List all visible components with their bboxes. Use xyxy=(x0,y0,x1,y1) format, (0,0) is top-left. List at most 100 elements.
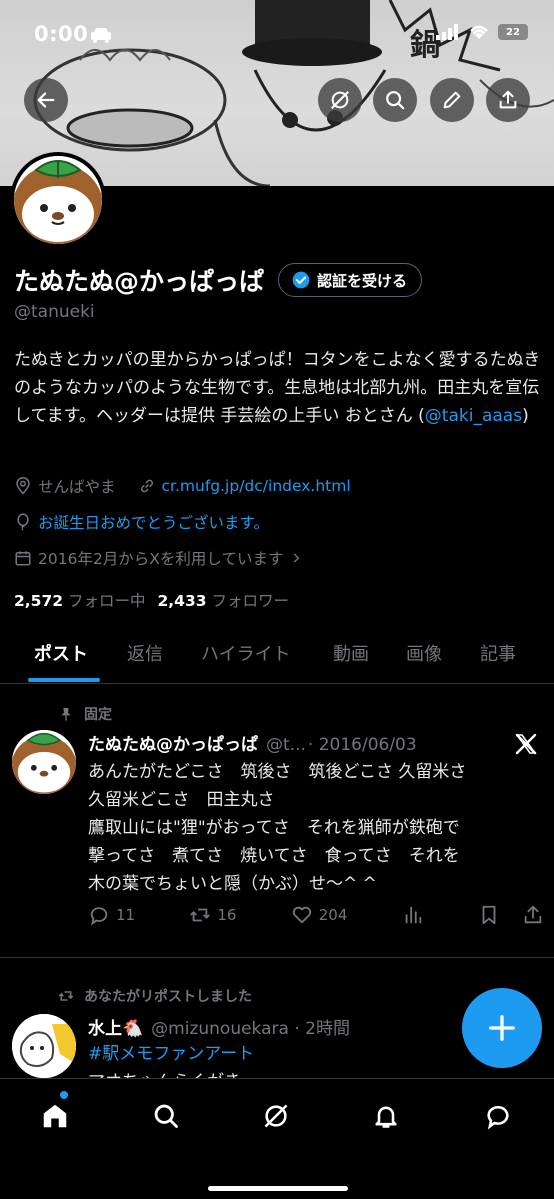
tanuki-kappa-avatar xyxy=(14,156,102,244)
followers-count: 2,433 xyxy=(157,592,207,610)
birthday-row: お誕生日おめでとうございます。 xyxy=(14,511,269,533)
profile-avatar[interactable] xyxy=(10,152,106,248)
post-author-handle-time: @mizunouekara · 2時間 xyxy=(151,1019,350,1039)
get-verified-label: 認証を受ける xyxy=(317,271,408,290)
tab-replies[interactable]: 返信 xyxy=(127,640,163,666)
pinned-post[interactable]: 固定 たぬたぬ@かっぱっぱ @t... · 2016/06/03 あんたがたどこ… xyxy=(0,684,554,956)
post-text-line: 撃ってさ 煮てさ 焼いてさ 食ってさ それを xyxy=(88,846,460,866)
arrow-left-icon xyxy=(37,92,55,108)
plus-icon xyxy=(489,1015,515,1041)
bio-end: ) xyxy=(522,406,529,426)
get-verified-button[interactable]: 認証を受ける xyxy=(278,263,423,297)
profile-tabs: ポスト 返信 ハイライト 動画 画像 記事 xyxy=(0,622,554,684)
verified-badge-icon xyxy=(292,271,310,289)
pin-icon xyxy=(61,708,71,721)
following-count: 2,572 xyxy=(14,592,64,610)
repost-icon xyxy=(58,991,74,1001)
heart-icon xyxy=(292,906,311,924)
status-bar: 0:00 22 xyxy=(0,0,554,70)
like-count: 204 xyxy=(318,906,348,924)
share-icon[interactable] xyxy=(522,904,544,926)
post-avatar[interactable] xyxy=(12,730,76,794)
views-button[interactable] xyxy=(402,904,424,926)
birthday-message: お誕生日おめでとうございます。 xyxy=(38,514,269,532)
status-time: 0:00 xyxy=(34,22,89,46)
post-author-handle: @t... xyxy=(266,735,306,755)
home-indicator xyxy=(208,1186,348,1191)
bottom-navigation xyxy=(0,1078,554,1199)
search-icon xyxy=(154,1104,178,1128)
post-text: あんたがたどこさ 筑後さ 筑後どこさ 久留米さ 久留米どこさ 田主丸さ 鷹取山に… xyxy=(88,758,544,898)
repost-label: あなたがリポストしました xyxy=(84,989,252,1005)
x-logo-icon xyxy=(515,733,537,755)
grok-icon xyxy=(331,91,349,109)
tab-articles[interactable]: 記事 xyxy=(480,640,516,666)
following-label: フォロー中 xyxy=(67,592,146,610)
pinned-label-row: 固定 xyxy=(58,704,112,724)
reply-button[interactable]: 11 xyxy=(88,904,135,926)
profile-bio: たぬきとカッパの里からかっぱっぱ！コタンをこよなく愛するたぬきのようなカッパのよ… xyxy=(14,346,544,430)
bio-mention-link[interactable]: @taki_aaas xyxy=(425,406,522,426)
post-text-line: 木の葉でちょいと隠（かぶ）せ〜^ ^ xyxy=(88,874,377,894)
home-notification-dot xyxy=(60,1091,68,1099)
like-button[interactable]: 204 xyxy=(291,904,348,926)
analytics-icon xyxy=(405,906,421,924)
grok-button[interactable] xyxy=(318,78,362,122)
chevron-right-icon xyxy=(294,553,300,563)
post-avatar[interactable] xyxy=(12,1014,76,1078)
nav-search[interactable] xyxy=(149,1099,183,1133)
bookmark-share-group xyxy=(478,904,544,926)
followers-label: フォロワー xyxy=(211,592,289,610)
tab-images[interactable]: 画像 xyxy=(406,640,442,666)
balloon-icon xyxy=(17,513,29,531)
cellular-signal-icon xyxy=(436,24,458,40)
post-author-name[interactable]: 水上🐔 xyxy=(88,1014,143,1039)
edit-button[interactable] xyxy=(430,78,474,122)
joined-row[interactable]: 2016年2月からXを利用しています xyxy=(14,547,303,569)
post-text-line: マオちゃんらくがき xyxy=(88,1068,544,1078)
profile-location: せんばやま xyxy=(38,478,116,496)
share-icon xyxy=(499,90,517,109)
post-header: たぬたぬ@かっぱっぱ @t... · 2016/06/03 xyxy=(88,730,417,755)
mizunoue-avatar xyxy=(12,1014,76,1078)
back-button[interactable] xyxy=(24,78,68,122)
active-tab-indicator xyxy=(28,678,100,682)
followers-link[interactable]: 2,433 フォロワー xyxy=(157,589,288,611)
reply-icon xyxy=(90,907,108,926)
follow-counts: 2,572 フォロー中 2,433 フォロワー xyxy=(14,589,289,611)
post-header: 水上🐔 @mizunouekara · 2時間 xyxy=(88,1014,350,1039)
compose-post-button[interactable] xyxy=(462,988,542,1068)
tab-posts[interactable]: ポスト xyxy=(34,640,88,666)
share-button[interactable] xyxy=(486,78,530,122)
post-date: · 2016/06/03 xyxy=(307,735,417,755)
nav-grok[interactable] xyxy=(259,1099,293,1133)
search-icon xyxy=(386,91,405,110)
nav-home[interactable] xyxy=(38,1099,72,1133)
repost-button[interactable]: 16 xyxy=(189,904,236,926)
car-icon xyxy=(91,28,111,43)
following-link[interactable]: 2,572 フォロー中 xyxy=(14,589,145,611)
repost-count: 16 xyxy=(217,906,237,924)
calendar-icon xyxy=(15,551,31,566)
pencil-icon xyxy=(443,91,461,109)
display-name: たぬたぬ@かっぱっぱ xyxy=(14,267,265,296)
search-button[interactable] xyxy=(373,78,417,122)
message-icon xyxy=(487,1106,509,1130)
repost-label-row: あなたがリポストしました xyxy=(58,986,252,1006)
bookmark-icon[interactable] xyxy=(478,904,500,926)
reply-count: 11 xyxy=(116,906,136,924)
tab-videos[interactable]: 動画 xyxy=(333,640,369,666)
post-author-name[interactable]: たぬたぬ@かっぱっぱ xyxy=(88,730,258,755)
tab-highlights[interactable]: ハイライト xyxy=(201,640,291,666)
nav-messages[interactable] xyxy=(481,1099,515,1133)
nav-notifications[interactable] xyxy=(369,1099,403,1133)
repost-icon xyxy=(190,908,211,922)
grok-icon xyxy=(264,1104,288,1128)
battery-level: 22 xyxy=(506,26,520,38)
profile-handle: @tanueki xyxy=(14,302,95,322)
post-actions: 11 16 204 xyxy=(88,904,544,926)
wifi-icon xyxy=(470,25,488,39)
location-pin-icon xyxy=(16,477,30,495)
profile-website-link[interactable]: cr.mufg.jp/dc/index.html xyxy=(162,477,351,495)
joined-date: 2016年2月からXを利用しています xyxy=(38,550,284,568)
